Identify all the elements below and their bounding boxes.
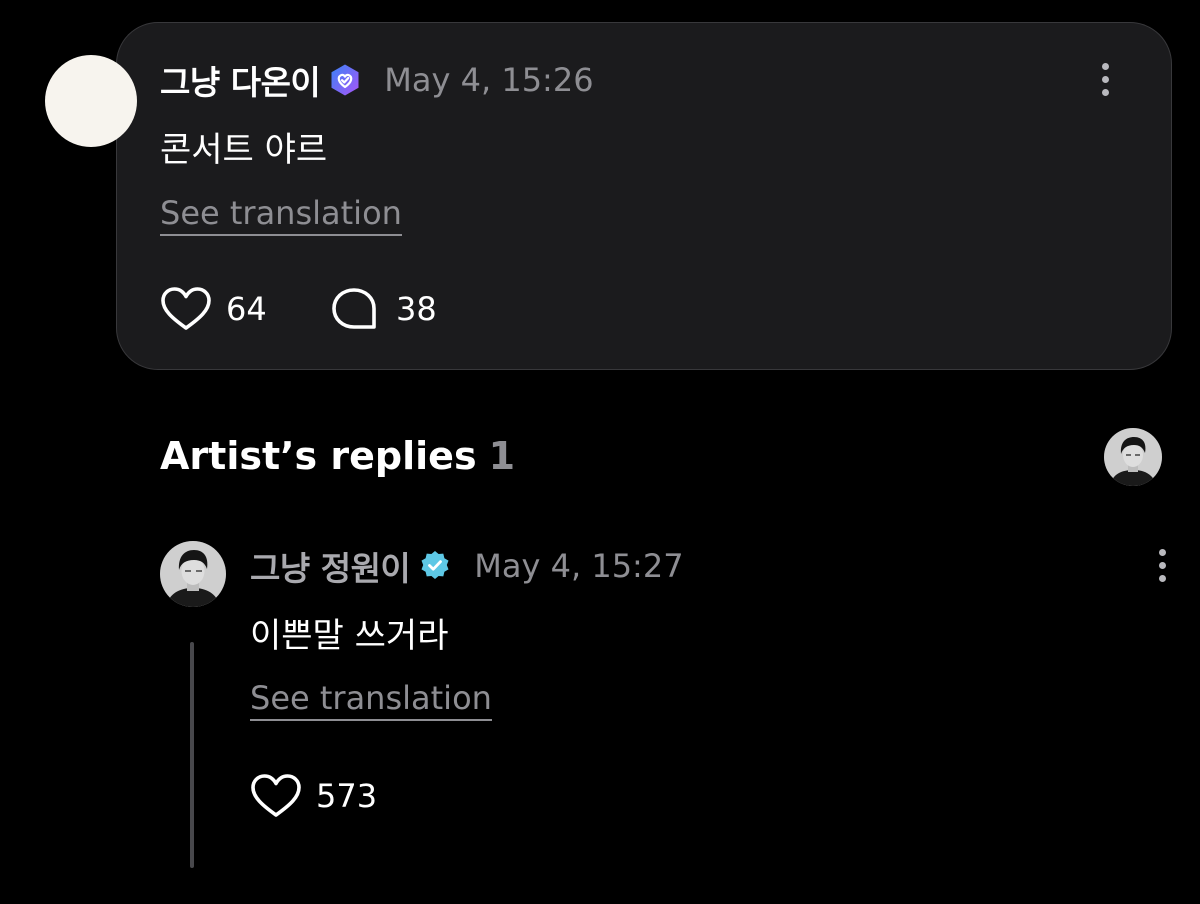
post-see-translation-link[interactable]: See translation xyxy=(160,194,402,236)
artist-replies-title: Artist’s replies xyxy=(160,434,477,478)
verified-badge-icon xyxy=(418,549,452,583)
heart-icon xyxy=(161,287,211,330)
post-more-options-icon[interactable] xyxy=(1085,57,1125,101)
verified-badge-icon xyxy=(328,63,362,97)
post-author-avatar[interactable] xyxy=(45,55,137,147)
reply-see-translation-link[interactable]: See translation xyxy=(250,679,492,721)
post-comment-button[interactable]: 38 xyxy=(330,286,437,332)
reply-author-avatar[interactable] xyxy=(160,541,226,607)
post-author-name[interactable]: 그냥 다온이 xyxy=(160,56,321,104)
post-text: 콘서트 야르 xyxy=(160,130,328,170)
artist-avatar-header[interactable] xyxy=(1104,428,1162,486)
artist-replies-count: 1 xyxy=(488,434,516,478)
post-comment-count: 38 xyxy=(396,290,437,328)
reply-thread-line xyxy=(190,642,194,868)
reply-timestamp: May 4, 15:27 xyxy=(474,547,684,585)
post-like-button[interactable]: 64 xyxy=(160,286,267,332)
post-timestamp: May 4, 15:26 xyxy=(384,61,594,99)
reply-text: 이쁜말 쓰거라 xyxy=(250,616,449,656)
comment-bubble-icon xyxy=(332,288,376,329)
reply-author-name[interactable]: 그냥 정원이 xyxy=(250,542,411,590)
reply-like-button[interactable]: 573 xyxy=(250,773,377,819)
reply-author-row: 그냥 정원이 May 4, 15:27 xyxy=(250,544,684,588)
reply-more-options-icon[interactable] xyxy=(1142,543,1182,587)
post-like-count: 64 xyxy=(226,290,267,328)
artist-replies-header: Artist’s replies 1 xyxy=(160,434,515,478)
post-author-row: 그냥 다온이 May 4, 15:26 xyxy=(160,58,594,102)
reply-like-count: 573 xyxy=(316,777,378,815)
heart-icon xyxy=(251,774,301,817)
